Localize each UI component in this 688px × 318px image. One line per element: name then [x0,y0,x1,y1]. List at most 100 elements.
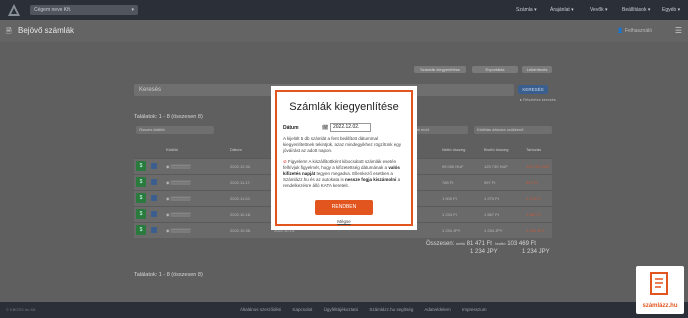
footer: © KBOSS.hu Kft. Általános szerződési Kap… [0,302,688,318]
nav-item-beallitasok[interactable]: Beállítások ▾ [622,0,650,20]
brand-badge[interactable]: számlázz.hu [636,266,684,314]
menu-icon[interactable]: ☰ [675,26,682,35]
footer-link[interactable]: Kapcsolat [293,307,313,312]
footer-link[interactable]: Általános szerződési [240,307,281,312]
summary-label: Összesen: [426,241,455,247]
company-select[interactable]: Cégem neve Kft. ▾ [30,5,138,15]
net-cell: 1 234 JPY [442,228,461,233]
row-checkbox[interactable] [151,195,157,201]
invoice-logo-icon [650,272,668,295]
company-select-value: Cégem neve Kft. [34,7,72,13]
issuer-cell: ◉ ▒▒▒▒▒▒▒ [166,196,191,201]
issuer-cell: ◉ ▒▒▒▒▒▒▒ [166,180,191,185]
query-button[interactable]: Lekérdezés [522,66,552,73]
page-header: 🗎 Bejövő számlák 👤 Felhasználó ☰ [0,20,688,42]
brand-name: számlázz.hu [642,303,678,309]
user-name: Felhasználó [625,28,652,34]
result-count-bottom: Találatok: 1 - 8 (összesen 8) [134,272,203,278]
footer-links: Általános szerződési Kapcsolat Ügyféltáj… [240,307,496,312]
net-cell: 1 234 Ft [442,212,457,217]
row-checkbox[interactable] [151,227,157,233]
page-title: Bejövő számlák [18,26,75,35]
footer-link[interactable]: Ügyféltájékoztató [324,307,359,312]
issuer-cell: ◉ ▒▒▒▒▒▒▒ [166,212,191,217]
footer-link[interactable]: Adatvédelem [424,307,450,312]
nav-label: Beállítások [622,7,647,13]
date-cell: 2022.10.18. [230,212,252,217]
paid-status-icon[interactable]: $ [136,209,146,219]
date-cell: 2022.11.17. [230,180,251,185]
nav-label: Árajánlat [550,7,570,13]
search-button[interactable]: KERESÉS [518,85,548,94]
issuer-cell: ◉ ▒▒▒▒▒▒▒ [166,228,191,233]
column-header: Nettó összeg [442,147,466,152]
column-header: Kiállító [166,147,179,152]
warning-part: Figyelem! A kiszállítottként kibocsátott… [283,159,397,170]
pay-invoices-button[interactable]: Számlák kiegyenlítése [414,66,466,73]
copyright: © KBOSS.hu Kft. [6,307,37,312]
modal-frame: Számlák kiegyenlítése Dátum 🗓 2022.12.02… [275,90,413,226]
modal-warning-text: ⊘ Figyelem! A kiszállítottként kibocsáto… [283,159,407,189]
nav-label: Vevők [590,7,604,13]
summary-currency-net: 1 234 JPY [470,249,498,255]
debt-cell: 1 270 Ft [526,196,541,201]
advanced-search-link[interactable]: ▸ Részletes keresés [520,97,556,102]
gross-cell: 1 270 Ft [484,196,499,201]
modal-info-text: A kijelölt 5 db számlát a fent beállítot… [283,136,402,153]
nav-item-egyeb[interactable]: Egyéb ▾ [662,0,680,20]
invoice-icon: 🗎 [6,28,12,35]
cancel-link[interactable]: Mégse [277,219,411,224]
row-checkbox[interactable] [151,163,157,169]
chevron-down-icon: ▾ [131,7,134,13]
column-header: Dátum [230,147,242,152]
nav-item-vevok[interactable]: Vevők ▾ [590,0,608,20]
gross-cell: 997 Ft [484,180,496,185]
column-header: Bruttó összeg [484,147,509,152]
net-cell: 99 000 HUF [442,164,464,169]
debt-cell: 1 234 JPY [526,228,545,233]
footer-link[interactable]: Számlázz.hu segítség [369,307,413,312]
footer-link[interactable]: Impresszum [462,307,487,312]
filter-label: Kiállítás dátuma csökkenő [477,127,524,132]
gross-label: bruttó [495,241,506,246]
paid-status-icon[interactable]: $ [136,225,146,235]
nav-item-arajanlat[interactable]: Árajánlat ▾ [550,0,574,20]
logo-icon[interactable] [8,4,20,16]
debt-cell: 125 730 HUF [526,164,550,169]
advanced-search-label: Részletes keresés [523,97,556,102]
export-button[interactable]: Exportálás [472,66,518,73]
row-checkbox[interactable] [151,211,157,217]
filter-label: Összes kiállító [139,127,165,132]
debt-cell: 1 567 Ft [526,212,541,217]
nav-item-szamla[interactable]: Számla ▾ [516,0,537,20]
row-checkbox[interactable] [151,179,157,185]
summary-totals: Összesen: nettó 81 471 Ft bruttó 103 469… [426,241,536,247]
date-field[interactable]: 2022.12.02. [330,123,371,132]
gross-cell: 1 567 Ft [484,212,499,217]
issuer-filter[interactable]: Összes kiállító [136,126,214,134]
net-cell: 785 Ft [442,180,454,185]
sort-filter[interactable]: Kiállítás dátuma csökkenő [474,126,552,134]
net-label: nettó [456,241,465,246]
user-menu[interactable]: 👤 Felhasználó [617,28,652,34]
nav-label: Egyéb [662,7,677,13]
modal-title: Számlák kiegyenlítése [289,101,399,113]
column-header: Tartozás [526,147,542,152]
confirm-button[interactable]: RENDBEN [315,200,373,215]
warning-icon: ⊘ [283,159,287,164]
gross-cell: 125 730 HUF [484,164,508,169]
date-cell: 2022.12.02. [230,164,252,169]
net-total: 81 471 Ft [466,241,492,247]
result-count-top: Találatok: 1 - 8 (összesen 8) [134,114,203,120]
settle-invoices-modal: Számlák kiegyenlítése Dátum 🗓 2022.12.02… [271,86,417,230]
paid-status-icon[interactable]: $ [136,177,146,187]
warning-emphasis: nessze fogja kiszámolni [345,177,397,182]
calendar-icon[interactable]: 🗓 [322,125,328,131]
summary-currency-gross: 1 234 JPY [522,249,550,255]
date-cell: 2022.11.02. [230,196,251,201]
date-cell: 2022.10.05. [230,228,252,233]
paid-status-icon[interactable]: $ [136,193,146,203]
paid-status-icon[interactable]: $ [136,161,146,171]
gross-total: 103 469 Ft [507,241,536,247]
date-label: Dátum [283,125,299,131]
